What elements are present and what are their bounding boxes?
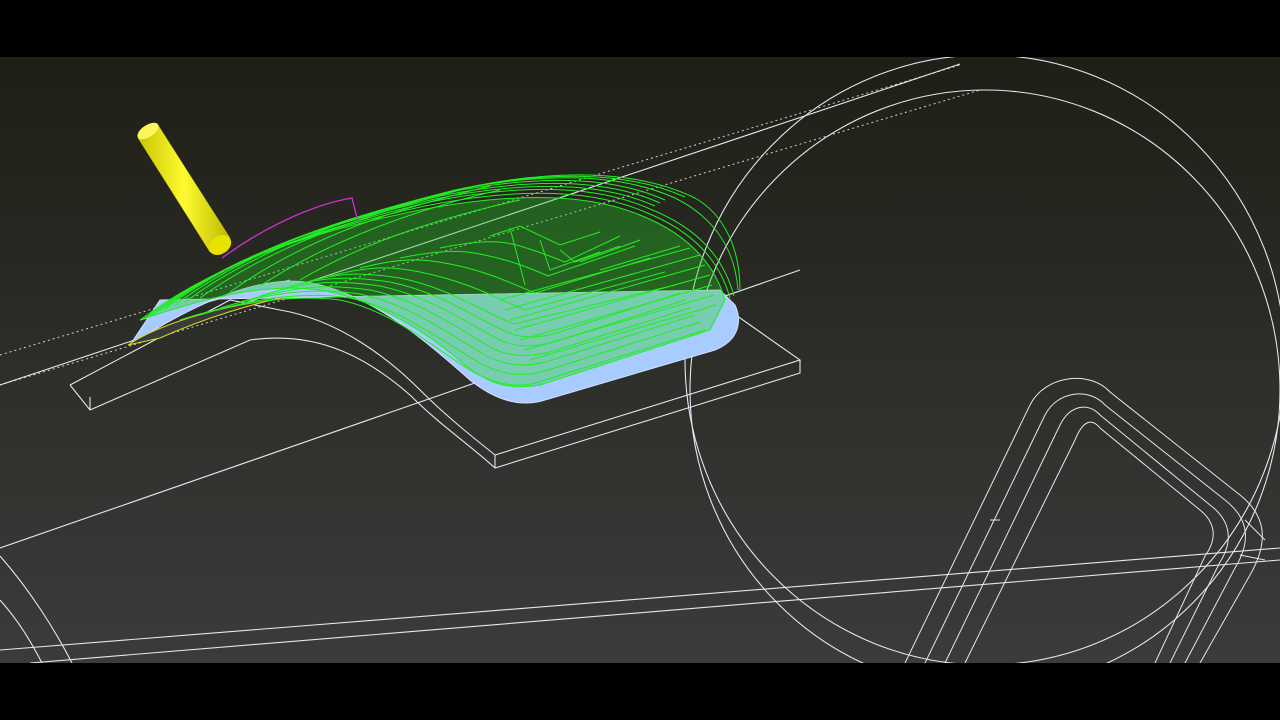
cam-3d-viewport[interactable] [0,57,1280,663]
scene-canvas[interactable] [0,57,1280,663]
letterbox-bottom [0,663,1280,720]
letterbox-top [0,0,1280,57]
